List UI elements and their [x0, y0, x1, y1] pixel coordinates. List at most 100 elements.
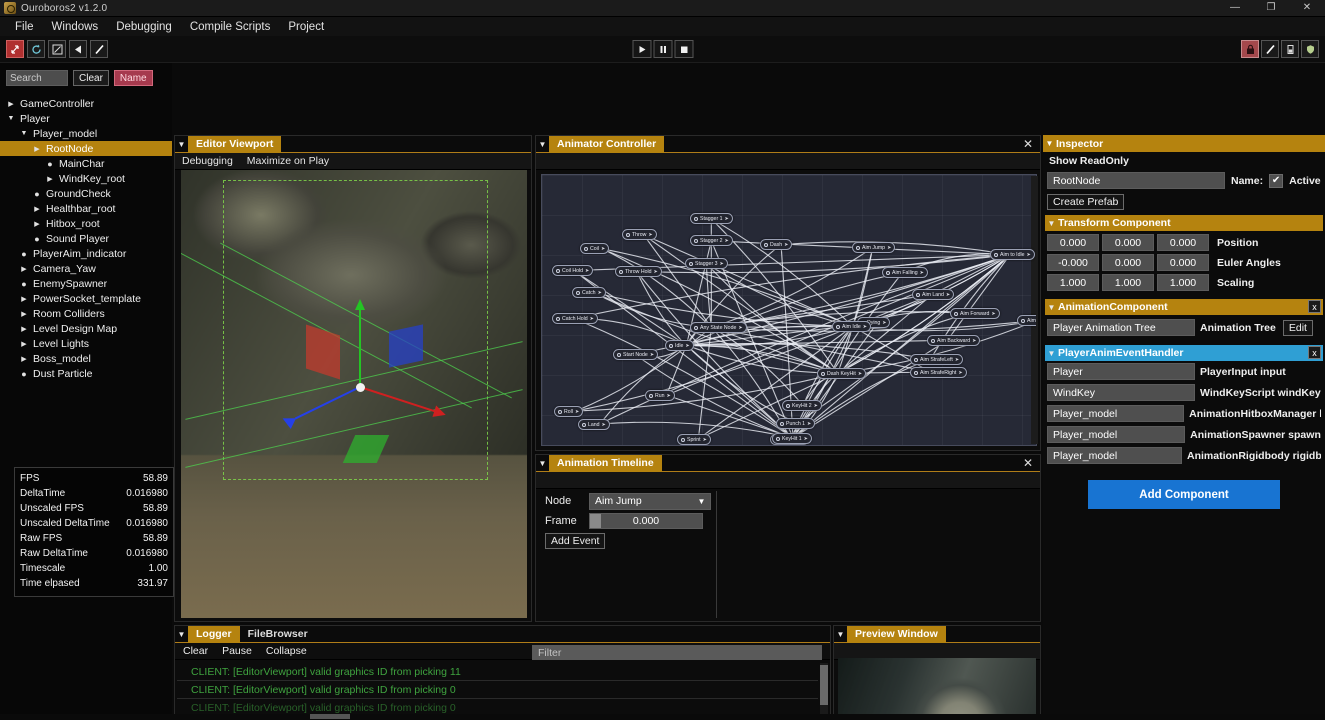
graph-node-throw[interactable]: Throw ➤: [622, 229, 657, 240]
handler-field-input-1[interactable]: WindKey: [1047, 384, 1195, 401]
graph-node-aim-land[interactable]: Aim Land ➤: [912, 289, 955, 300]
hierarchy-item-rootnode[interactable]: ▶ RootNode: [0, 141, 172, 156]
close-button[interactable]: ✕: [1289, 0, 1325, 17]
graph-node-sprint[interactable]: Sprint ➤: [677, 434, 711, 445]
transform-euler-angles-x[interactable]: -0.000: [1047, 254, 1099, 271]
graph-node-aim-backward[interactable]: Aim Backward ➤: [927, 335, 981, 346]
log-line[interactable]: CLIENT: [EditorViewport] valid graphics …: [177, 681, 818, 699]
chevron-right-icon[interactable]: ➤: [955, 357, 959, 363]
animation-component-header[interactable]: ▼ AnimationComponent x: [1045, 299, 1323, 315]
transform-component-header[interactable]: ▼ Transform Component: [1045, 215, 1323, 231]
chevron-right-icon[interactable]: ➤: [575, 409, 579, 415]
chevron-right-icon[interactable]: ➤: [598, 290, 602, 296]
chevron-right-icon[interactable]: ▶: [32, 220, 42, 228]
frame-slider[interactable]: 0.000: [589, 513, 703, 529]
hierarchy-item-sound-player[interactable]: ● Sound Player: [0, 231, 172, 246]
graph-node-idle[interactable]: Idle ➤: [665, 340, 694, 351]
viewport-debugging-button[interactable]: Debugging: [182, 155, 233, 167]
gizmo-plane-z[interactable]: [389, 324, 423, 368]
hierarchy-item-dust-particle[interactable]: ● Dust Particle: [0, 366, 172, 381]
transform-scaling-z[interactable]: 1.000: [1157, 274, 1209, 291]
remove-anim-event-handler-button[interactable]: x: [1308, 346, 1321, 359]
chevron-right-icon[interactable]: ➤: [590, 316, 594, 322]
graph-node-keyhit-2[interactable]: KeyHit 2 ➤: [782, 400, 822, 411]
add-component-button[interactable]: Add Component: [1088, 480, 1280, 509]
chevron-right-icon[interactable]: ➤: [648, 232, 652, 238]
hierarchy-item-groundcheck[interactable]: ● GroundCheck: [0, 186, 172, 201]
graph-node-stagger-3[interactable]: Stagger 3 ➤: [685, 258, 728, 269]
frame-slider-knob[interactable]: [590, 514, 601, 528]
chevron-right-icon[interactable]: ➤: [725, 216, 729, 222]
graph-node-coil-hold[interactable]: Coil Hold ➤: [552, 265, 594, 276]
chevron-right-icon[interactable]: ➤: [685, 343, 689, 349]
close-icon[interactable]: ✕: [1016, 457, 1040, 469]
chevron-right-icon[interactable]: ➤: [738, 325, 742, 331]
hierarchy-item-gamecontroller[interactable]: ▶ GameController: [0, 96, 172, 111]
hierarchy-item-powersocket-template[interactable]: ▶ PowerSocket_template: [0, 291, 172, 306]
log-clear-button[interactable]: Clear: [183, 645, 208, 657]
graph-node-punch-1[interactable]: Punch 1 ➤: [776, 418, 816, 429]
chevron-right-icon[interactable]: ▶: [6, 100, 16, 108]
graph-node-aim-strafeleft[interactable]: Aim StrafeLeft ➤: [910, 354, 964, 365]
chevron-down-icon[interactable]: ▼: [175, 136, 188, 153]
graph-node-dash-keyhit[interactable]: Dash KeyHit ➤: [817, 368, 867, 379]
graph-node-catch-hold[interactable]: Catch Hold ➤: [552, 313, 598, 324]
edit-animation-tree-button[interactable]: Edit: [1282, 319, 1313, 336]
graph-node-aim-falling[interactable]: Aim Falling ➤: [882, 267, 928, 278]
tab-preview-window[interactable]: Preview Window: [847, 625, 946, 643]
graph-node-aim-jump[interactable]: Aim Jump ➤: [852, 242, 896, 253]
minimize-button[interactable]: —: [1217, 0, 1253, 17]
hierarchy-item-enemyspawner[interactable]: ● EnemySpawner: [0, 276, 172, 291]
menu-item-project[interactable]: Project: [279, 19, 333, 35]
create-prefab-button[interactable]: Create Prefab: [1047, 194, 1125, 210]
node-select[interactable]: Aim Jump ▼: [589, 492, 711, 510]
search-input[interactable]: Search: [6, 70, 68, 86]
chevron-down-icon[interactable]: ▼: [536, 136, 549, 153]
log-line[interactable]: CLIENT: [EditorViewport] valid graphics …: [177, 663, 818, 681]
tab-animator-controller[interactable]: Animator Controller: [549, 135, 665, 153]
tab-filebrowser[interactable]: FileBrowser: [240, 626, 316, 643]
tab-animation-timeline[interactable]: Animation Timeline: [549, 454, 662, 472]
play-button[interactable]: [632, 40, 651, 58]
hierarchy-item-healthbar-root[interactable]: ▶ Healthbar_root: [0, 201, 172, 216]
chevron-right-icon[interactable]: ➤: [972, 338, 976, 344]
gizmo-axis-y[interactable]: [359, 309, 361, 387]
gizmo-center-handle[interactable]: [356, 383, 365, 392]
chevron-right-icon[interactable]: ➤: [650, 352, 654, 358]
chevron-down-icon[interactable]: ▼: [175, 626, 188, 643]
clear-button[interactable]: Clear: [73, 70, 109, 86]
transform-position-z[interactable]: 0.000: [1157, 234, 1209, 251]
graph-node-catch[interactable]: Catch ➤: [572, 287, 606, 298]
log-filter-input[interactable]: Filter: [532, 645, 822, 660]
chevron-right-icon[interactable]: ▶: [19, 265, 29, 273]
chevron-right-icon[interactable]: ➤: [1027, 252, 1031, 258]
chevron-right-icon[interactable]: ➤: [804, 436, 808, 442]
chevron-right-icon[interactable]: ➤: [601, 246, 605, 252]
chevron-right-icon[interactable]: ➤: [858, 371, 862, 377]
viewport-maximize-on-play-button[interactable]: Maximize on Play: [247, 155, 329, 167]
hierarchy-item-windkey-root[interactable]: ▶ WindKey_root: [0, 171, 172, 186]
chevron-down-icon[interactable]: ▼: [6, 115, 16, 122]
chevron-down-icon[interactable]: ▼: [834, 626, 847, 643]
hierarchy-item-player[interactable]: ▼ Player: [0, 111, 172, 126]
chevron-right-icon[interactable]: ➤: [725, 238, 729, 244]
move-tool-icon[interactable]: [6, 40, 24, 58]
graph-node-any-state-node[interactable]: Any State Node ➤: [690, 322, 747, 333]
chevron-right-icon[interactable]: ➤: [946, 292, 950, 298]
chevron-right-icon[interactable]: ▶: [19, 295, 29, 303]
chevron-right-icon[interactable]: ➤: [807, 421, 811, 427]
viewport-3d-canvas[interactable]: [181, 170, 527, 618]
draw-tool-icon[interactable]: [90, 40, 108, 58]
chevron-down-icon[interactable]: ▼: [1043, 135, 1056, 152]
chevron-down-icon[interactable]: ▼: [19, 130, 29, 137]
chevron-right-icon[interactable]: ➤: [863, 324, 867, 330]
anim-event-handler-header[interactable]: ▼ PlayerAnimEventHandler x: [1045, 345, 1323, 361]
show-readonly-toggle[interactable]: Show ReadOnly: [1049, 155, 1129, 167]
transform-position-x[interactable]: 0.000: [1047, 234, 1099, 251]
chevron-right-icon[interactable]: ▶: [19, 355, 29, 363]
hierarchy-item-level-lights[interactable]: ▶ Level Lights: [0, 336, 172, 351]
animator-node-graph[interactable]: Coil ➤ Coil Hold ➤ Catch ➤ Catch Hold ➤ Throw ➤ Th…: [541, 174, 1037, 446]
graph-node-aim-to-idle[interactable]: Aim to Idle ➤: [990, 249, 1035, 260]
pencil-icon[interactable]: [1261, 40, 1279, 58]
chevron-right-icon[interactable]: ➤: [784, 242, 788, 248]
